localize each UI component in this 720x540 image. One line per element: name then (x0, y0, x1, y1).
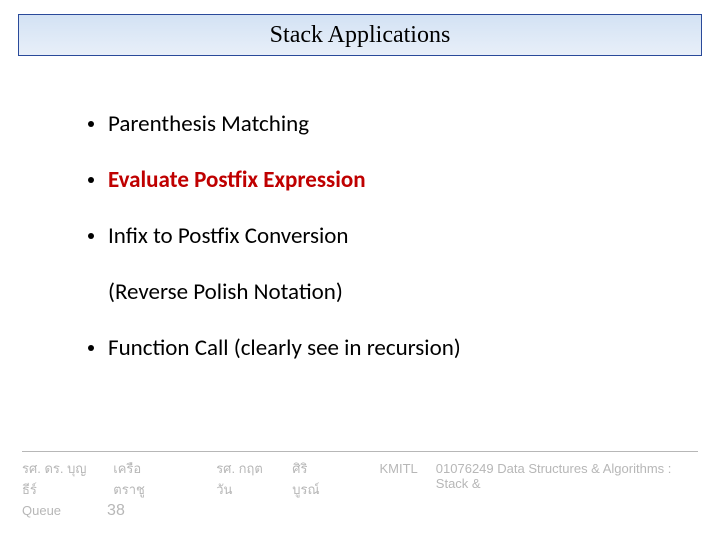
footer-row-2: Queue 38 (22, 502, 698, 520)
title-box: Stack Applications (18, 14, 702, 56)
footer-institution: KMITL (380, 461, 418, 476)
slide: Stack Applications Parenthesis Matching … (0, 0, 720, 540)
footer-course2: Queue (22, 503, 61, 518)
footer-author2b: ศิริบูรณ์ (292, 458, 331, 500)
bullet-1: Parenthesis Matching (88, 110, 680, 138)
footer: รศ. ดร. บุญธีร์ เครือตราชู รศ. กฤตวัน ศิ… (22, 451, 698, 520)
footer-author1: รศ. ดร. บุญธีร์ (22, 458, 95, 500)
footer-course: 01076249 Data Structures & Algorithms : … (436, 461, 698, 491)
bullet-4-text: Function Call (clearly see in recursion) (108, 334, 461, 362)
bullet-dot-icon (88, 345, 94, 351)
bullet-1-text: Parenthesis Matching (108, 110, 309, 138)
bullet-2-text: Evaluate Postfix Expression (108, 166, 366, 194)
bullet-3-text: Infix to Postfix Conversion (108, 222, 349, 250)
page-number: 38 (107, 502, 125, 520)
bullet-dot-icon (88, 233, 94, 239)
content-area: Parenthesis Matching Evaluate Postfix Ex… (88, 110, 680, 362)
footer-author2: รศ. กฤตวัน (216, 458, 274, 500)
bullet-2: Evaluate Postfix Expression (88, 166, 680, 194)
footer-row-1: รศ. ดร. บุญธีร์ เครือตราชู รศ. กฤตวัน ศิ… (22, 458, 698, 500)
footer-rule (22, 451, 698, 452)
bullet-dot-icon (88, 121, 94, 127)
bullet-dot-icon (88, 177, 94, 183)
slide-title: Stack Applications (270, 22, 451, 49)
footer-author1b: เครือตราชู (113, 458, 168, 500)
bullet-3-sub: (Reverse Polish Notation) (108, 278, 680, 306)
bullet-3: Infix to Postfix Conversion (88, 222, 680, 250)
bullet-4: Function Call (clearly see in recursion) (88, 334, 680, 362)
